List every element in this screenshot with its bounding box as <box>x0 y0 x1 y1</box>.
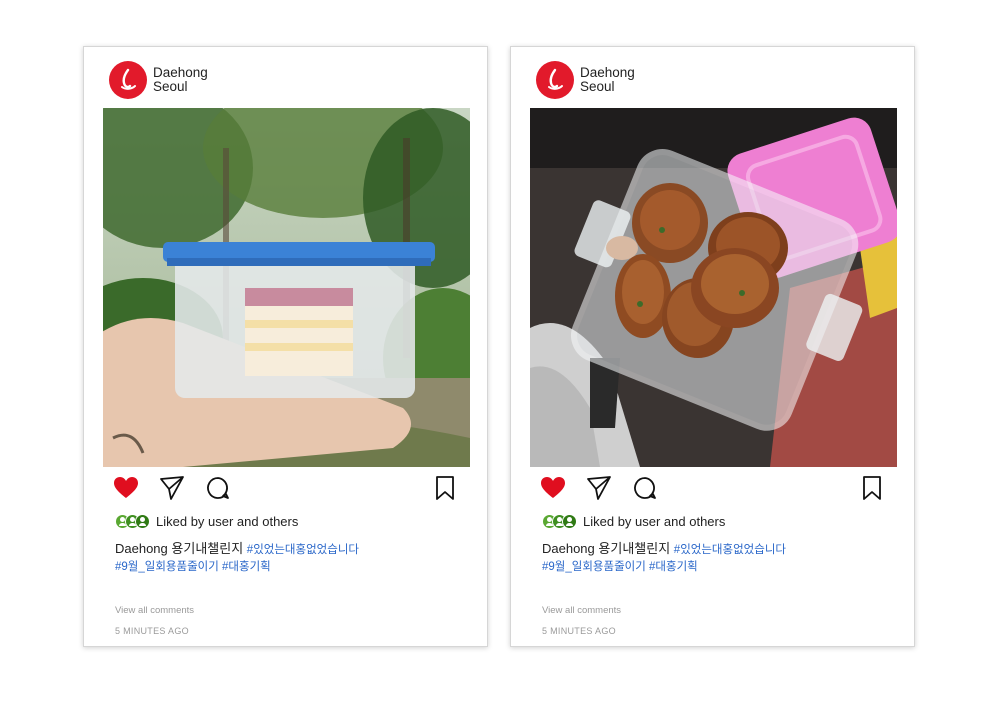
comment-icon[interactable] <box>205 475 231 501</box>
post-header: Daehong Seoul <box>536 60 635 100</box>
post-caption-hashtags: #9월_일회용품줄이기 #대홍기획 <box>542 558 698 574</box>
avatar <box>562 514 577 529</box>
post-header: Daehong Seoul <box>109 60 208 100</box>
post-image[interactable] <box>103 108 470 467</box>
hashtag-link[interactable]: #있었는대홍없었습니다 <box>247 544 359 556</box>
hashtag-link[interactable]: #9월_일회용품줄이기 <box>542 561 646 573</box>
hashtag-link[interactable]: #있었는대홍없었습니다 <box>674 544 786 556</box>
send-icon[interactable] <box>159 475 185 501</box>
post-timestamp: 5 MINUTES AGO <box>542 626 616 636</box>
post-image[interactable] <box>530 108 897 467</box>
comment-icon[interactable] <box>632 475 658 501</box>
post-caption: Daehong 용기내챌린지 #있었는대홍없었습니다 <box>115 538 359 557</box>
bookmark-icon[interactable] <box>859 475 885 501</box>
post-actions <box>113 475 458 501</box>
liked-by-text: Liked by user and others <box>583 514 726 529</box>
liker-avatars <box>115 514 150 529</box>
liked-by-text: Liked by user and others <box>156 514 299 529</box>
heart-icon[interactable] <box>113 475 139 501</box>
post-caption: Daehong 용기내챌린지 #있었는대홍없었습니다 <box>542 538 786 557</box>
brand-name[interactable]: Daehong Seoul <box>580 66 635 94</box>
caption-username[interactable]: Daehong <box>542 541 595 556</box>
view-all-comments-link[interactable]: View all comments <box>115 605 194 616</box>
hashtag-link[interactable]: #대홍기획 <box>649 561 698 573</box>
brand-name[interactable]: Daehong Seoul <box>153 66 208 94</box>
bookmark-icon[interactable] <box>432 475 458 501</box>
daehong-logo[interactable] <box>109 61 147 99</box>
avatar <box>135 514 150 529</box>
daehong-logo[interactable] <box>536 61 574 99</box>
post-actions <box>540 475 885 501</box>
post-card: Daehong Seoul Liked by user and others D… <box>83 46 488 647</box>
brand-line1: Daehong <box>153 65 208 80</box>
heart-icon[interactable] <box>540 475 566 501</box>
hashtag-link[interactable]: #9월_일회용품줄이기 <box>115 561 219 573</box>
liker-avatars <box>542 514 577 529</box>
brand-line1: Daehong <box>580 65 635 80</box>
brand-line2: Seoul <box>153 79 188 94</box>
view-all-comments-link[interactable]: View all comments <box>542 605 621 616</box>
post-caption-hashtags: #9월_일회용품줄이기 #대홍기획 <box>115 558 271 574</box>
caption-text: 용기내챌린지 <box>598 541 671 556</box>
likes-row[interactable]: Liked by user and others <box>115 514 298 529</box>
brand-line2: Seoul <box>580 79 615 94</box>
likes-row[interactable]: Liked by user and others <box>542 514 725 529</box>
post-timestamp: 5 MINUTES AGO <box>115 626 189 636</box>
caption-text: 용기내챌린지 <box>171 541 244 556</box>
hashtag-link[interactable]: #대홍기획 <box>222 561 271 573</box>
post-card: Daehong Seoul Liked by user and others D… <box>510 46 915 647</box>
send-icon[interactable] <box>586 475 612 501</box>
caption-username[interactable]: Daehong <box>115 541 168 556</box>
